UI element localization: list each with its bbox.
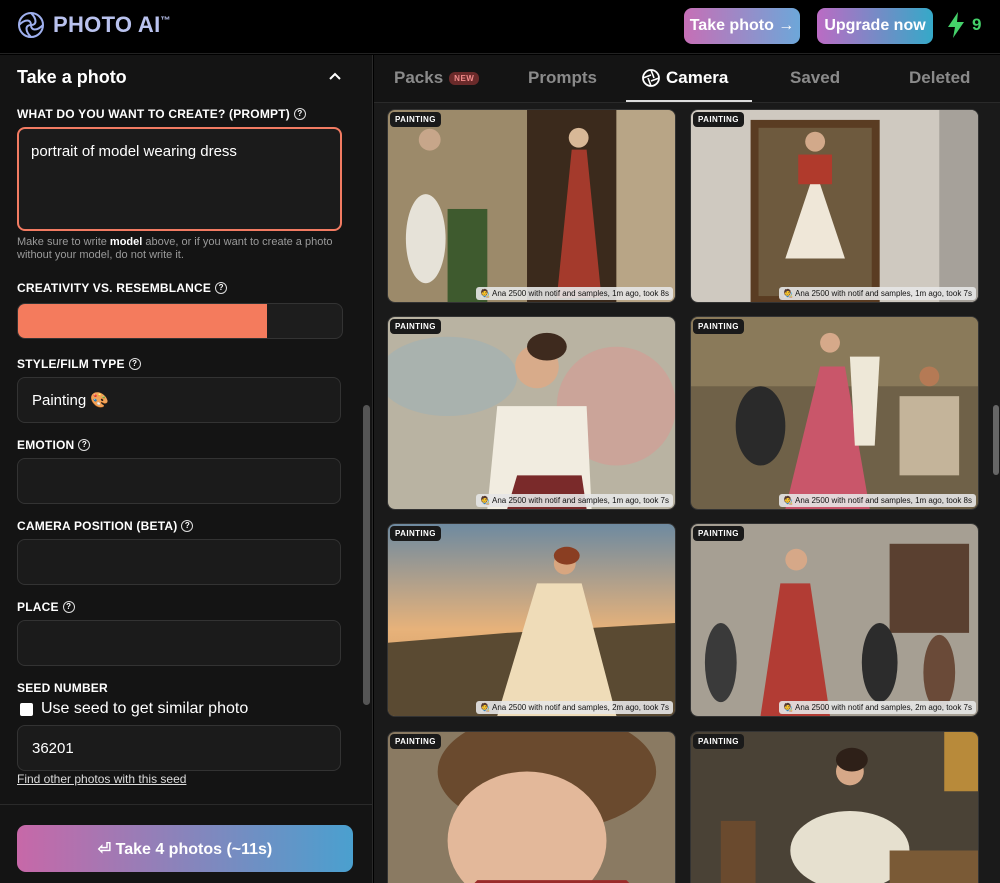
painting-thumbnail	[691, 732, 978, 883]
style-badge: PAINTING	[390, 319, 441, 334]
style-badge: PAINTING	[390, 526, 441, 541]
creativity-slider[interactable]	[17, 303, 343, 339]
photo-card[interactable]: PAINTING 🧑‍🎨 Ana 2500 with notif and sam…	[690, 316, 979, 510]
creativity-label: CREATIVITY VS. RESEMBLANCE ?	[17, 281, 228, 295]
photo-meta: 🧑‍🎨 Ana 2500 with notif and samples, 1m …	[476, 494, 673, 507]
tab-saved[interactable]: Saved	[790, 68, 840, 88]
photo-meta: 🧑‍🎨 Ana 2500 with notif and samples, 2m …	[779, 701, 976, 714]
help-icon[interactable]: ?	[293, 108, 306, 120]
painting-thumbnail	[691, 110, 978, 302]
painting-thumbnail	[388, 732, 675, 883]
photo-card[interactable]: PAINTING 🧑‍🎨 Ana 2500 with notif and sam…	[387, 316, 676, 510]
help-icon[interactable]: ?	[78, 439, 91, 451]
tab-camera-label: Camera	[666, 68, 729, 87]
tab-camera[interactable]: Camera	[642, 68, 728, 88]
photo-card[interactable]: PAINTING 🧑‍🎨 Ana 2500 with notif and sam…	[690, 109, 979, 303]
credits-count: 9	[972, 15, 982, 34]
active-tab-indicator	[626, 100, 752, 102]
tab-deleted[interactable]: Deleted	[909, 68, 970, 88]
emotion-input[interactable]	[17, 458, 341, 504]
prompt-hint: Make sure to write model above, or if yo…	[17, 236, 333, 261]
place-label: PLACE ?	[17, 600, 75, 614]
painting-thumbnail	[691, 317, 978, 509]
style-badge: PAINTING	[693, 526, 744, 541]
seed-input[interactable]: 36201	[17, 725, 341, 771]
tab-saved-label: Saved	[790, 68, 841, 87]
seed-label: SEED NUMBER	[17, 681, 108, 695]
tab-prompts-label: Prompts	[528, 68, 597, 87]
prompt-label-text: WHAT DO YOU WANT TO CREATE? (PROMPT)	[17, 107, 290, 121]
upgrade-now-button[interactable]: Upgrade now	[817, 8, 933, 44]
aperture-icon	[642, 69, 660, 87]
submit-bar: ⏎ Take 4 photos (~11s)	[0, 804, 372, 883]
help-icon[interactable]: ?	[128, 358, 141, 370]
new-badge: NEW	[449, 71, 480, 85]
place-input[interactable]	[17, 620, 341, 666]
style-label: STYLE/FILM TYPE ?	[17, 357, 141, 371]
photo-card[interactable]: PAINTING 🧑‍🎨 Ana 2500 with notif and sam…	[387, 523, 676, 717]
emotion-label: EMOTION ?	[17, 438, 91, 452]
camera-position-label-text: CAMERA POSITION (BETA)	[17, 519, 178, 533]
style-badge: PAINTING	[693, 112, 744, 127]
take-photo-panel: Take a photo WHAT DO YOU WANT TO CREATE?…	[0, 55, 373, 883]
photo-meta: 🧑‍🎨 Ana 2500 with notif and samples, 1m …	[476, 287, 673, 300]
logo-swirl-icon	[18, 12, 44, 38]
lightning-icon	[948, 12, 964, 38]
camera-position-label: CAMERA POSITION (BETA) ?	[17, 519, 194, 533]
credits-indicator[interactable]: 9	[946, 12, 981, 38]
logo[interactable]: PHOTO AI™	[17, 11, 171, 39]
tab-packs[interactable]: Packs NEW	[394, 68, 480, 88]
seed-label-text: SEED NUMBER	[17, 681, 108, 695]
style-badge: PAINTING	[390, 112, 441, 127]
gallery-scrollbar[interactable]	[993, 405, 999, 475]
help-icon[interactable]: ?	[181, 520, 194, 532]
photo-card[interactable]: PAINTING 🧑‍🎨 Ana 2500 with notif and sam…	[387, 109, 676, 303]
place-label-text: PLACE	[17, 600, 59, 614]
tab-deleted-label: Deleted	[909, 68, 971, 87]
take-4-photos-button[interactable]: ⏎ Take 4 photos (~11s)	[17, 825, 353, 872]
emotion-label-text: EMOTION	[17, 438, 75, 452]
painting-thumbnail	[388, 317, 675, 509]
prompt-textarea[interactable]: portrait of model wearing dress	[17, 127, 342, 231]
style-badge: PAINTING	[693, 319, 744, 334]
seed-checkbox[interactable]	[20, 702, 33, 716]
painting-thumbnail	[388, 110, 675, 302]
help-icon[interactable]: ?	[215, 282, 228, 294]
style-label-text: STYLE/FILM TYPE	[17, 357, 125, 371]
help-icon[interactable]: ?	[62, 601, 75, 613]
find-seed-photos-link[interactable]: Find other photos with this seed	[17, 772, 186, 786]
tab-packs-label: Packs	[394, 68, 444, 87]
top-bar: PHOTO AI™ Take photo → Upgrade now 9	[0, 0, 1000, 54]
brand-trademark: ™	[160, 15, 171, 27]
brand-name: PHOTO AI	[53, 12, 161, 37]
photo-card[interactable]: PAINTING 🧑‍🎨 Ana 2500 with notif and sam…	[690, 523, 979, 717]
creativity-label-text: CREATIVITY VS. RESEMBLANCE	[17, 281, 212, 295]
tab-prompts[interactable]: Prompts	[528, 68, 597, 88]
photo-meta: 🧑‍🎨 Ana 2500 with notif and samples, 1m …	[779, 494, 976, 507]
section-title: Take a photo	[17, 67, 127, 87]
creativity-slider-fill	[18, 304, 268, 338]
style-badge: PAINTING	[693, 734, 744, 749]
tab-bar: Packs NEW Prompts Camera Saved Deleted	[374, 55, 1000, 103]
photo-meta: 🧑‍🎨 Ana 2500 with notif and samples, 2m …	[476, 701, 673, 714]
camera-position-input[interactable]	[17, 539, 341, 585]
style-select[interactable]: Painting 🎨	[17, 377, 341, 423]
style-badge: PAINTING	[390, 734, 441, 749]
painting-thumbnail	[691, 524, 978, 716]
painting-thumbnail	[388, 524, 675, 716]
photo-card[interactable]: PAINTING	[387, 731, 676, 883]
seed-checkbox-label: Use seed to get similar photo	[41, 700, 249, 717]
left-scrollbar[interactable]	[363, 405, 370, 705]
prompt-label: WHAT DO YOU WANT TO CREATE? (PROMPT) ?	[17, 107, 306, 121]
seed-checkbox-row[interactable]: Use seed to get similar photo	[20, 700, 248, 718]
photo-card[interactable]: PAINTING	[690, 731, 979, 883]
take-photo-button[interactable]: Take photo →	[684, 8, 800, 44]
photo-meta: 🧑‍🎨 Ana 2500 with notif and samples, 1m …	[779, 287, 976, 300]
chevron-up-icon[interactable]	[328, 71, 342, 81]
gallery-panel: Packs NEW Prompts Camera Saved Deleted P…	[374, 55, 1000, 883]
